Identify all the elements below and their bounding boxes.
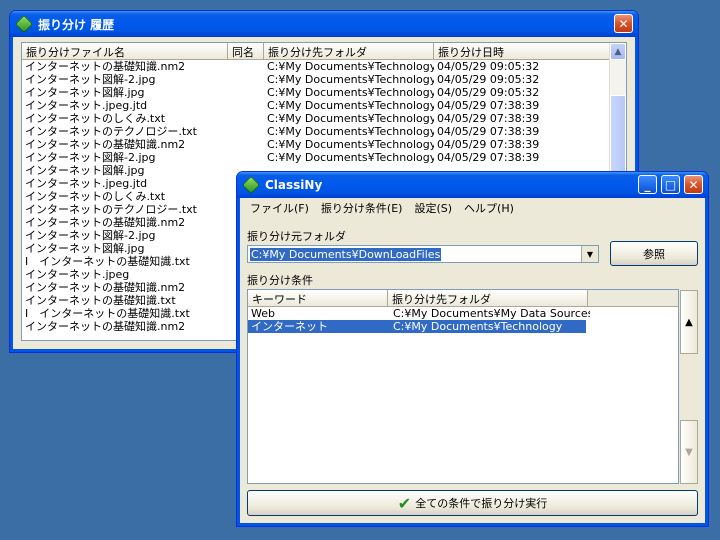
table-row[interactable]: インターネット図解-2.jpg C:¥My Documents¥Technolog… [22, 151, 626, 164]
cell-datetime: 04/05/29 07:38:39 [437, 125, 540, 138]
cell-filename: インターネット図解.jpg [25, 242, 145, 255]
conditions-list[interactable]: キーワード 振り分け先フォルダ Web C:¥My Documents¥My D… [247, 289, 679, 484]
condition-row[interactable]: Web C:¥My Documents¥My Data Sources [248, 307, 678, 320]
classiny-body: ファイル(F) 振り分け条件(E) 設定(S) ヘルプ(H) 振り分け元フォルダ… [240, 198, 705, 523]
cell-dest-folder: C:¥My Documents¥Technology [267, 151, 434, 164]
condition-keyword: Web [251, 307, 275, 320]
history-titlebar[interactable]: 振り分け 履歴 ✕ [10, 11, 638, 37]
cell-samename [228, 86, 264, 99]
menu-help[interactable]: ヘルプ(H) [458, 200, 520, 216]
column-header-keyword[interactable]: キーワード [248, 290, 388, 306]
source-folder-combobox[interactable]: C:¥My Documents¥DownLoadFiles ▼ [247, 245, 599, 263]
column-header-dest-folder[interactable]: 振り分け先フォルダ [388, 290, 588, 306]
cell-datetime: 04/05/29 09:05:32 [437, 73, 540, 86]
cell-filename: インターネットの基礎知識.nm2 [25, 281, 186, 294]
cell-filename: インターネット図解-2.jpg [25, 229, 156, 242]
column-header-filename[interactable]: 振り分けファイル名 [22, 43, 228, 59]
cell-filename: インターネットの基礎知識.nm2 [25, 138, 186, 151]
app-icon [241, 175, 261, 195]
cell-dest-folder: C:¥My Documents¥Technology [267, 73, 434, 86]
column-header-datetime[interactable]: 振り分け日時 [434, 43, 610, 59]
table-row[interactable]: インターネットのテクノロジー.txt C:¥My Documents¥Techno… [22, 125, 626, 138]
browse-button[interactable]: 参照 [610, 241, 698, 266]
cell-datetime: 04/05/29 07:38:39 [437, 112, 540, 125]
cell-samename [228, 99, 264, 112]
cell-samename [228, 73, 264, 86]
table-row[interactable]: インターネット.jpeg.jtd C:¥My Documents¥Technolo… [22, 99, 626, 112]
condition-row-selected[interactable]: インターネット C:¥My Documents¥Technology [248, 320, 678, 333]
conditions-list-header: キーワード 振り分け先フォルダ [248, 290, 678, 307]
classiny-window: ClassiNy _ □ ✕ ファイル(F) 振り分け条件(E) 設定(S) ヘ… [236, 171, 709, 527]
cell-dest-folder: C:¥My Documents¥Technology [267, 138, 434, 151]
cell-filename: インターネット.jpeg.jtd [25, 177, 148, 190]
conditions-label: 振り分け条件 [247, 274, 313, 287]
table-row[interactable]: インターネットの基礎知識.nm2 C:¥My Documents¥Technolo… [22, 138, 626, 151]
cell-filename: インターネット図解.jpg [25, 86, 145, 99]
move-down-button[interactable]: ▼ [680, 420, 698, 484]
cell-samename [228, 125, 264, 138]
history-list-header: 振り分けファイル名 同名 振り分け先フォルダ 振り分け日時 [22, 43, 626, 60]
cell-filename: インターネットのしくみ.txt [25, 190, 166, 203]
minimize-button[interactable]: _ [638, 175, 657, 194]
cell-filename: インターネット.jpeg.jtd [25, 99, 148, 112]
scroll-up-icon[interactable]: ▲ [610, 43, 626, 60]
cell-filename: I インターネットの基礎知識.txt [25, 255, 190, 268]
cell-samename [228, 60, 264, 73]
menu-file[interactable]: ファイル(F) [244, 200, 315, 216]
menu-conditions[interactable]: 振り分け条件(E) [315, 200, 409, 216]
cell-samename [228, 138, 264, 151]
run-all-button[interactable]: ✔ 全ての条件で振り分け実行 [247, 490, 698, 516]
table-row[interactable]: インターネット図解-2.jpg C:¥My Documents¥Technolog… [22, 73, 626, 86]
app-icon [14, 14, 34, 34]
cell-dest-folder: C:¥My Documents¥Technology [267, 112, 434, 125]
condition-folder: C:¥My Documents¥Technology [390, 320, 586, 333]
cell-filename: インターネット図解-2.jpg [25, 151, 156, 164]
cell-datetime: 04/05/29 09:05:32 [437, 86, 540, 99]
cell-filename: インターネットの基礎知識.nm2 [25, 60, 186, 73]
checkmark-icon: ✔ [397, 493, 412, 513]
column-header-dest-folder[interactable]: 振り分け先フォルダ [264, 43, 434, 59]
menu-settings[interactable]: 設定(S) [408, 200, 458, 216]
cell-filename: インターネットのテクノロジー.txt [25, 125, 197, 138]
condition-keyword: インターネット [248, 320, 390, 333]
menu-bar: ファイル(F) 振り分け条件(E) 設定(S) ヘルプ(H) [240, 198, 705, 217]
run-all-label: 全ての条件で振り分け実行 [415, 497, 548, 510]
cell-dest-folder: C:¥My Documents¥Technology [267, 99, 434, 112]
cell-dest-folder: C:¥My Documents¥Technology [267, 86, 434, 99]
cell-datetime: 04/05/29 09:05:32 [437, 60, 540, 73]
cell-filename: インターネット図解-2.jpg [25, 73, 156, 86]
close-button[interactable]: ✕ [684, 175, 703, 194]
cell-datetime: 04/05/29 07:38:39 [437, 151, 540, 164]
close-button[interactable]: ✕ [614, 14, 633, 33]
cell-dest-folder: C:¥My Documents¥Technology [267, 125, 434, 138]
cell-filename: インターネットの基礎知識.nm2 [25, 320, 186, 333]
cell-datetime: 04/05/29 07:38:39 [437, 138, 540, 151]
cell-filename: インターネット.jpeg [25, 268, 130, 281]
source-folder-label: 振り分け元フォルダ [247, 230, 346, 243]
condition-folder: C:¥My Documents¥My Data Sources [393, 307, 590, 320]
cell-filename: インターネットの基礎知識.nm2 [25, 216, 186, 229]
cell-dest-folder: C:¥My Documents¥Technology [267, 60, 434, 73]
column-header-samename[interactable]: 同名 [228, 43, 264, 59]
cell-datetime: 04/05/29 07:38:39 [437, 99, 540, 112]
dropdown-arrow-icon[interactable]: ▼ [581, 246, 598, 262]
cell-samename [228, 112, 264, 125]
cell-filename: インターネットのしくみ.txt [25, 112, 166, 125]
maximize-button[interactable]: □ [661, 175, 680, 194]
classiny-title: ClassiNy [265, 178, 323, 192]
cell-samename [228, 151, 264, 164]
source-folder-value: C:¥My Documents¥DownLoadFiles [250, 248, 442, 261]
table-row[interactable]: インターネット図解.jpg C:¥My Documents¥Technology 0… [22, 86, 626, 99]
classiny-titlebar[interactable]: ClassiNy _ □ ✕ [237, 172, 708, 198]
cell-filename: インターネット図解.jpg [25, 164, 145, 177]
cell-filename: インターネットの基礎知識.txt [25, 294, 176, 307]
table-row[interactable]: インターネットの基礎知識.nm2 C:¥My Documents¥Technolo… [22, 60, 626, 73]
cell-filename: インターネットのテクノロジー.txt [25, 203, 197, 216]
history-title: 振り分け 履歴 [38, 17, 115, 32]
table-row[interactable]: インターネットのしくみ.txt C:¥My Documents¥Technolog… [22, 112, 626, 125]
move-up-button[interactable]: ▲ [680, 290, 698, 354]
cell-filename: I インターネットの基礎知識.txt [25, 307, 190, 320]
